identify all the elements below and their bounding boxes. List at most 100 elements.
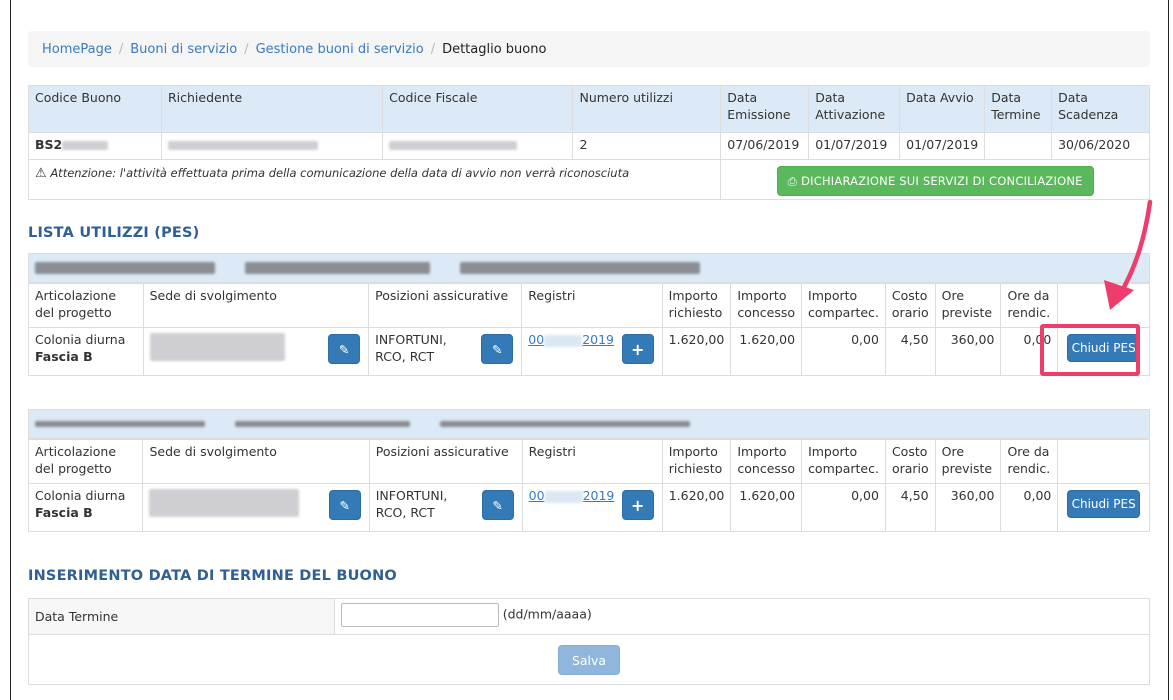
breadcrumb: HomePage / Buoni di servizio / Gestione …: [28, 31, 1150, 67]
pes-col-importo-concesso: Importo concesso: [730, 283, 803, 328]
posizioni-value: INFORTUNI, RCO, RCT: [375, 488, 448, 520]
pencil-icon: ✎: [492, 497, 503, 513]
pencil-icon: ✎: [339, 497, 350, 513]
pes-1-header-row: Articolazione del progetto Sede di svolg…: [28, 283, 1150, 328]
voucher-table: Codice Buono Richiedente Codice Fiscale …: [27, 85, 1150, 200]
ore-previste-value: 360,00: [934, 483, 1002, 532]
pes-col-importo-compartec: Importo compartec.: [801, 283, 886, 328]
col-codice-fiscale: Codice Fiscale: [382, 85, 574, 133]
cell-numero-utilizzi: 2: [572, 132, 722, 160]
breadcrumb-buoni[interactable]: Buoni di servizio: [130, 42, 237, 57]
pes-1-row: Colonia diurna Fascia B ✎ INFORTUNI, RCO…: [28, 327, 1150, 376]
registro-link[interactable]: 00 2019: [528, 332, 614, 347]
voucher-header-row: Codice Buono Richiedente Codice Fiscale …: [28, 85, 1150, 133]
pes-col-importo-richiesto: Importo richiesto: [661, 439, 732, 484]
end-date-input-cell: (dd/mm/aaaa): [333, 598, 1151, 635]
pes-block-1: Articolazione del progetto Sede di svolg…: [28, 253, 1150, 376]
pes-1-articolazione: Colonia diurna Fascia B: [28, 327, 144, 376]
pes-col-posizioni: Posizioni assicurative: [368, 439, 523, 484]
pes-col-ore-previste: Ore previste: [934, 439, 1002, 484]
pes-col-ore-rendic: Ore da rendic.: [1000, 283, 1059, 328]
redacted-value: [440, 421, 690, 427]
col-data-emissione: Data Emissione: [720, 85, 810, 133]
chiudi-pes-button[interactable]: Chiudi PES: [1067, 490, 1141, 518]
cell-data-scadenza: 30/06/2020: [1051, 132, 1150, 160]
declaration-button[interactable]: ⎙ DICHIARAZIONE SUI SERVIZI DI CONCILIAZ…: [776, 166, 1094, 196]
pes-col-actions: [1057, 439, 1150, 484]
redacted-value: [149, 489, 300, 517]
add-registro-button[interactable]: +: [621, 490, 654, 520]
redacted-value: [35, 262, 215, 274]
importo-concesso-value: 1.620,00: [730, 327, 803, 376]
date-format-hint: (dd/mm/aaaa): [502, 606, 592, 622]
pes-section-title: LISTA UTILIZZI (PES): [28, 225, 200, 241]
costo-orario-value: 4,50: [884, 327, 936, 376]
save-row: Salva: [28, 634, 1150, 685]
pencil-icon: ✎: [492, 341, 503, 357]
ore-rendic-value: 0,00: [1000, 483, 1059, 532]
pes-col-registri: Registri: [521, 439, 663, 484]
plus-icon: +: [630, 339, 645, 359]
fascia-value: Fascia B: [35, 505, 93, 520]
pencil-icon: ✎: [338, 341, 350, 357]
pes-2-registri: 00 2019 +: [521, 483, 663, 532]
pes-col-ore-previste: Ore previste: [934, 283, 1002, 328]
breadcrumb-current: Dettaglio buono: [442, 41, 547, 57]
redacted-value: [35, 421, 205, 427]
col-data-attivazione: Data Attivazione: [808, 85, 901, 133]
declaration-button-label: DICHIARAZIONE SUI SERVIZI DI CONCILIAZIO…: [801, 173, 1083, 188]
edit-posizioni-button[interactable]: ✎: [481, 334, 514, 364]
pes-col-importo-richiesto: Importo richiesto: [661, 283, 732, 328]
edit-sede-button[interactable]: ✎: [328, 334, 361, 364]
registro-link[interactable]: 00 2019: [529, 488, 615, 503]
costo-orario-value: 4,50: [884, 483, 936, 532]
breadcrumb-separator: /: [118, 41, 124, 57]
importo-compartec-value: 0,00: [801, 327, 886, 376]
end-date-input[interactable]: [340, 603, 499, 627]
pes-col-articolazione: Articolazione del progetto: [27, 439, 144, 484]
redacted-value: [245, 262, 430, 274]
redacted-value: [235, 421, 410, 427]
pes-col-registri: Registri: [521, 283, 663, 328]
cell-data-termine: [984, 132, 1053, 160]
pes-1-info-bar: [28, 253, 1150, 283]
end-date-label: Data Termine: [28, 598, 335, 635]
breadcrumb-separator: /: [244, 41, 249, 57]
end-date-row: Data Termine (dd/mm/aaaa): [28, 598, 1151, 635]
pes-2-info-bar: [28, 409, 1150, 439]
importo-compartec-value: 0,00: [801, 483, 886, 532]
pes-2-actions: Chiudi PES: [1057, 483, 1150, 532]
pes-1-posizioni: INFORTUNI, RCO, RCT ✎: [368, 327, 523, 376]
pes-2-posizioni: INFORTUNI, RCO, RCT ✎: [368, 483, 523, 532]
warning-text: Attenzione: l'attività effettuata prima …: [50, 166, 630, 180]
importo-richiesto-value: 1.620,00: [661, 327, 732, 376]
cell-data-attivazione: 01/07/2019: [808, 132, 901, 160]
add-registro-button[interactable]: +: [621, 334, 654, 364]
importo-richiesto-value: 1.620,00: [661, 483, 732, 532]
redacted-value: [167, 141, 318, 150]
breadcrumb-homepage[interactable]: HomePage: [42, 42, 112, 57]
col-richiedente: Richiedente: [160, 85, 384, 133]
save-button[interactable]: Salva: [558, 645, 620, 675]
declaration-cell: ⎙ DICHIARAZIONE SUI SERVIZI DI CONCILIAZ…: [720, 159, 1150, 200]
voucher-row: BS2 2 07/06/2019 01/07/2019 01/07/2019 3…: [28, 132, 1150, 160]
pes-2-articolazione: Colonia diurna Fascia B: [27, 483, 144, 532]
col-codice-buono: Codice Buono: [28, 85, 162, 133]
edit-sede-button[interactable]: ✎: [328, 490, 361, 520]
pes-col-sede: Sede di svolgimento: [142, 283, 370, 328]
pes-2-header-row: Articolazione del progetto Sede di svolg…: [27, 439, 1150, 484]
pes-col-costo-orario: Costo orario: [884, 439, 936, 484]
codice-buono-value: BS2: [35, 137, 63, 152]
pes-2-row: Colonia diurna Fascia B ✎ INFORTUNI, RCO…: [27, 483, 1150, 532]
warning-cell: ⚠ Attenzione: l'attività effettuata prim…: [27, 159, 722, 200]
col-data-scadenza: Data Scadenza: [1051, 85, 1150, 133]
cell-data-emissione: 07/06/2019: [720, 132, 810, 160]
edit-posizioni-button[interactable]: ✎: [481, 490, 514, 520]
breadcrumb-gestione[interactable]: Gestione buoni di servizio: [256, 42, 424, 57]
pes-1-registri: 00 2019 +: [521, 327, 663, 376]
save-cell: Salva: [28, 634, 1150, 685]
articolazione-value: Colonia diurna: [35, 488, 126, 503]
plus-icon: +: [631, 495, 645, 515]
cell-richiedente: [160, 132, 384, 160]
ore-previste-value: 360,00: [934, 327, 1002, 376]
